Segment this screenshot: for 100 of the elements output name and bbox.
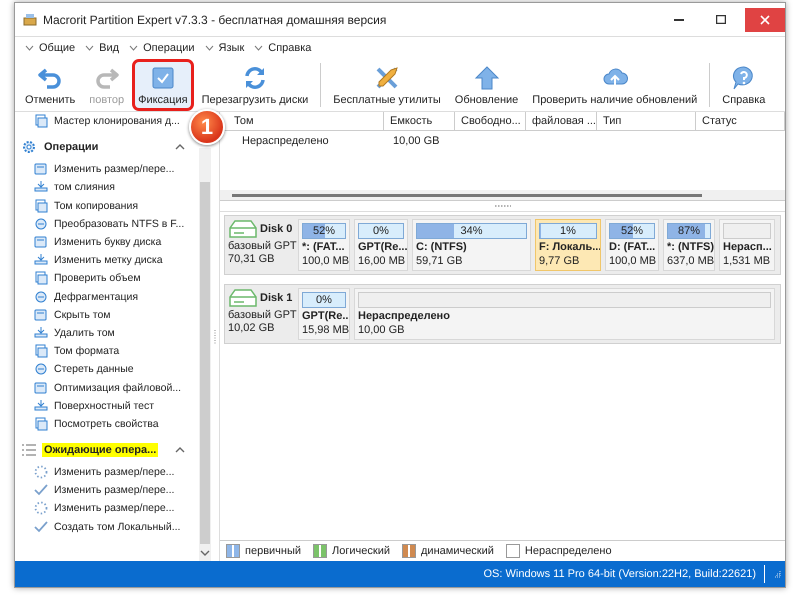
partition-block[interactable]: 34% C: (NTFS) 59,71 GB	[412, 219, 531, 271]
disk-type: базовый GPT	[228, 240, 294, 252]
toolbar-button[interactable]: Фиксация	[132, 59, 194, 111]
section-title: Операции	[43, 140, 100, 154]
copy-icon	[33, 198, 49, 214]
sidebar-item[interactable]: Удалить том	[21, 324, 115, 342]
circle-icon	[33, 361, 49, 378]
sidebar-item[interactable]: Изменить метку диска	[21, 251, 163, 270]
sidebar-item[interactable]: Изменить букву диска	[21, 232, 162, 252]
sidebar-item[interactable]: Скрыть том	[21, 306, 111, 324]
legend-label: динамический	[421, 545, 494, 557]
column-header[interactable]: Свободно...	[455, 112, 526, 130]
legend-label: первичный	[245, 545, 302, 557]
partition-size: 100,0 MB	[609, 255, 655, 267]
app-icon	[23, 12, 37, 26]
legend-label: Нераспределено	[524, 545, 612, 557]
partition-block[interactable]: 0% GPT(Re... 16,00 MB	[354, 219, 408, 271]
partition-block[interactable]: 87% *: (NTFS) 637,0 MB	[663, 219, 715, 271]
usage-bar	[723, 223, 771, 239]
usage-percent: 0%	[315, 293, 333, 307]
resize-grip-icon[interactable]	[773, 570, 781, 578]
usage-percent: 34%	[459, 224, 484, 238]
circle-icon	[33, 288, 49, 305]
window-icon	[33, 380, 49, 396]
column-header[interactable]: Статус	[696, 112, 785, 130]
copy-icon	[33, 416, 49, 432]
chevron-icon	[204, 45, 214, 51]
window-title: Macrorit Partition Expert v7.3.3 - бесплатная домашняя версия	[43, 12, 388, 26]
toolbar-button[interactable]: Справка	[716, 59, 772, 111]
disk-row[interactable]: Disk 1 базовый GPT 10,02 GB 0% GPT(Re... 15,98 MB Нераспределено 10,00 GB	[224, 284, 781, 344]
window-icon	[33, 234, 49, 250]
sidebar-item[interactable]: том слияния	[21, 178, 115, 197]
column-header[interactable]: Тип	[597, 112, 696, 130]
partition-label: *: (NTFS)	[667, 241, 711, 253]
partition-block[interactable]: Нераспределено 10,00 GB	[354, 288, 775, 340]
partition-label: Нераспределено	[358, 310, 451, 322]
toolbar-button[interactable]: Перезагрузить диски	[196, 59, 314, 111]
partition-size: 59,71 GB	[416, 255, 464, 267]
sidebar-item[interactable]: Проверить объем	[21, 269, 141, 288]
sidebar-item[interactable]: Дефрагментация	[21, 288, 138, 306]
menu-item[interactable]: Общие	[25, 42, 76, 54]
sidebar-item[interactable]: Изменить размер/пере...	[21, 499, 174, 518]
column-header[interactable]: файловая ...	[526, 112, 597, 130]
partition-size: 16,00 MB	[358, 255, 404, 267]
sidebar-item[interactable]: Изменить размер/пере...	[21, 160, 174, 178]
collapse-icon[interactable]	[175, 143, 186, 150]
maximize-icon	[716, 15, 726, 24]
gear-icon	[21, 139, 37, 156]
sidebar-item[interactable]: Изменить размер/пере...	[21, 463, 174, 482]
copy-icon	[33, 113, 49, 130]
minimize-icon	[674, 18, 684, 20]
sidebar-item[interactable]: Посмотреть свойства	[21, 414, 159, 433]
scroll-down-icon[interactable]	[200, 550, 210, 557]
menu-item[interactable]: Вид	[85, 42, 120, 54]
up-arrow-icon	[472, 64, 501, 92]
menu-item[interactable]: Справка	[254, 42, 312, 54]
partition-block[interactable]: 0% GPT(Re... 15,98 MB	[298, 288, 350, 340]
usage-percent: 0%	[372, 224, 390, 238]
splitter-grip-icon[interactable]	[214, 330, 216, 344]
list-icon	[21, 443, 37, 457]
sidebar-item[interactable]: Стереть данные	[21, 360, 134, 378]
sidebar-item[interactable]: Мастер клонирования д...	[21, 112, 180, 130]
partition-block[interactable]: 52% *: (FAT... 100,0 MB	[298, 219, 350, 271]
close-icon	[760, 14, 770, 24]
scrollbar[interactable]	[199, 148, 212, 561]
sidebar-item[interactable]: Изменить размер/пере...	[21, 481, 174, 500]
toolbar-button[interactable]: Проверить наличие обновлений	[526, 59, 704, 111]
partition-block[interactable]: 52% D: (FAT... 100,0 MB	[605, 219, 659, 271]
disk-type: базовый GPT	[228, 309, 294, 321]
sidebar-item[interactable]: Том копирования	[21, 196, 138, 215]
menu-item[interactable]: Язык	[204, 42, 244, 54]
sidebar-item[interactable]: Оптимизация файловой...	[21, 378, 182, 397]
partition-size: 100,0 MB	[302, 255, 346, 267]
column-header[interactable]: Том	[232, 112, 384, 130]
copy-icon	[33, 270, 49, 286]
partition-size: 15,98 MB	[302, 324, 346, 336]
disk-name: Disk 1	[260, 292, 292, 304]
sidebar-item[interactable]: Том формата	[21, 342, 120, 360]
drive-icon	[228, 219, 258, 239]
disk-size: 10,02 GB	[228, 322, 276, 334]
scrollbar[interactable]	[220, 190, 785, 200]
collapse-icon[interactable]	[175, 446, 186, 453]
menu-item[interactable]: Операции	[129, 42, 195, 54]
drive-icon	[228, 288, 258, 308]
toolbar-button[interactable]: Бесплатные утилиты	[327, 59, 447, 111]
chevron-icon	[129, 45, 138, 51]
toolbar-button[interactable]: Обновление	[448, 59, 524, 111]
close-button[interactable]	[745, 8, 785, 32]
window-icon	[33, 306, 49, 323]
sidebar-item[interactable]: Поверхностный тест	[21, 396, 154, 415]
section-title: Ожидающие опера...	[42, 443, 158, 457]
column-header[interactable]: Емкость	[384, 112, 455, 130]
sidebar-item[interactable]: Создать том Локальный...	[21, 518, 180, 536]
partition-block[interactable]: Нерасп... 1,531 MB	[719, 219, 775, 271]
partition-size: 10,00 GB	[358, 324, 406, 336]
partition-label: Нерасп...	[723, 241, 771, 253]
sidebar-item[interactable]: Преобразовать NTFS в F...	[21, 214, 184, 233]
toolbar-button[interactable]: Отменить	[19, 59, 82, 111]
usage-percent: 1%	[559, 224, 577, 238]
partition-label: D: (FAT...	[609, 241, 655, 253]
